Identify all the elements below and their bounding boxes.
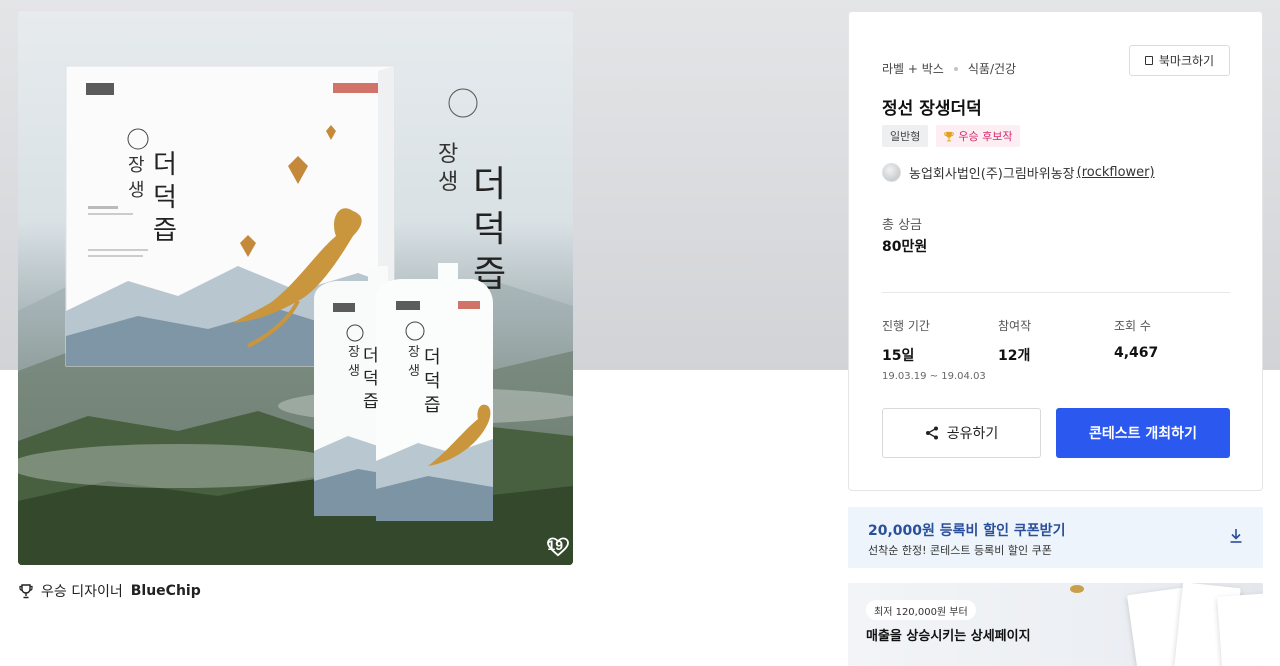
svg-text:생: 생 <box>408 364 420 379</box>
svg-text:장: 장 <box>438 142 458 167</box>
svg-text:덕: 덕 <box>363 369 379 389</box>
coupon-title: 20,000원 등록비 할인 쿠폰받기 <box>868 523 1066 539</box>
svg-text:생: 생 <box>438 170 458 195</box>
bookmark-icon <box>1144 56 1153 65</box>
breadcrumb-category[interactable]: 라벨 + 박스 <box>882 60 944 77</box>
bookmark-button[interactable]: 북마크하기 <box>1129 45 1230 76</box>
designer-name[interactable]: BlueChip <box>131 583 201 599</box>
stat-views-label: 조회 수 <box>1114 319 1151 333</box>
owner-name: 농업회사법인(주)그림바위농장 <box>909 167 1075 182</box>
breadcrumb: 라벨 + 박스 식품/건강 <box>882 60 1016 77</box>
stat-entries: 참여작 12개 <box>998 317 1031 365</box>
promo-title: 매출을 상승시키는 상세페이지 <box>866 629 1031 644</box>
svg-text:더: 더 <box>473 164 506 205</box>
bookmark-label: 북마크하기 <box>1158 54 1215 68</box>
share-button[interactable]: 공유하기 <box>882 408 1041 458</box>
type-badge: 일반형 <box>882 125 929 147</box>
share-icon <box>925 426 938 440</box>
svg-text:덕: 덕 <box>153 183 177 213</box>
breadcrumb-separator <box>953 66 958 71</box>
winner-badge-label: 우승 후보작 <box>958 130 1013 143</box>
svg-text:생: 생 <box>348 364 360 379</box>
share-label: 공유하기 <box>946 426 999 442</box>
stat-period: 진행 기간 15일 19.03.19 ~ 19.04.03 <box>882 317 986 382</box>
svg-text:덕: 덕 <box>473 209 506 250</box>
svg-text:더: 더 <box>153 150 177 180</box>
coupon-subtitle: 선착순 한정! 콘테스트 등록비 할인 쿠폰 <box>868 544 1052 557</box>
stat-period-range: 19.03.19 ~ 19.04.03 <box>882 371 986 382</box>
svg-text:더: 더 <box>363 346 379 366</box>
stat-entries-value: 12개 <box>998 348 1031 364</box>
owner-handle[interactable]: (rockflower) <box>1077 165 1155 180</box>
svg-text:즙: 즙 <box>424 395 441 416</box>
contest-title: 정선 장생더덕 <box>882 99 982 119</box>
winner-designer: 우승 디자이너 BlueChip <box>19 581 201 601</box>
svg-text:장: 장 <box>128 155 145 176</box>
contest-owner[interactable]: 농업회사법인(주)그림바위농장 (rockflower) <box>882 163 1155 182</box>
stat-views-value: 4,467 <box>1114 345 1159 361</box>
promo-price-pill: 최저 120,000원 부터 <box>866 600 976 620</box>
svg-text:덕: 덕 <box>424 371 441 392</box>
heart-icon <box>547 537 570 557</box>
designer-prefix: 우승 디자이너 <box>41 584 123 600</box>
host-contest-button[interactable]: 콘테스트 개최하기 <box>1056 408 1230 458</box>
stat-views: 조회 수 4,467 <box>1114 317 1158 361</box>
total-prize-value: 80만원 <box>882 239 928 255</box>
breadcrumb-subcategory[interactable]: 식품/건강 <box>968 60 1016 77</box>
stat-period-label: 진행 기간 <box>882 319 930 333</box>
svg-text:즙: 즙 <box>153 216 177 246</box>
total-prize-label: 총 상금 <box>882 218 923 233</box>
svg-text:장: 장 <box>408 345 420 360</box>
trophy-icon <box>19 583 33 598</box>
product-image[interactable]: 장 생 더 덕 즙 더 덕 즙 장 생 장 생 더 덕 즙 장 생 더 덕 즙 … <box>18 11 573 565</box>
svg-text:생: 생 <box>128 180 145 201</box>
promo-banner[interactable]: 최저 120,000원 부터 매출을 상승시키는 상세페이지 <box>848 583 1263 666</box>
promo-mockup-page <box>1217 593 1263 666</box>
stat-entries-label: 참여작 <box>998 319 1032 333</box>
badge-group: 일반형 우승 후보작 <box>882 125 1021 147</box>
svg-text:더: 더 <box>424 347 441 368</box>
contest-info-panel: 라벨 + 박스 식품/건강 북마크하기 정선 장생더덕 일반형 우승 후보작 농… <box>848 11 1263 491</box>
divider <box>882 292 1230 293</box>
trophy-icon <box>944 131 955 141</box>
coupon-banner[interactable]: 20,000원 등록비 할인 쿠폰받기 선착순 한정! 콘테스트 등록비 할인 … <box>848 507 1263 568</box>
avatar <box>882 163 901 182</box>
svg-text:즙: 즙 <box>363 392 379 412</box>
download-icon[interactable] <box>1229 528 1243 544</box>
stat-period-value: 15일 <box>882 348 915 364</box>
winner-candidate-badge: 우승 후보작 <box>936 125 1021 147</box>
svg-text:장: 장 <box>348 345 360 360</box>
product-illustration: 장 생 더 덕 즙 더 덕 즙 장 생 장 생 더 덕 즙 장 생 더 덕 즙 <box>18 65 573 565</box>
like-button[interactable]: 19 <box>547 537 570 557</box>
promo-decoration <box>1070 585 1084 593</box>
